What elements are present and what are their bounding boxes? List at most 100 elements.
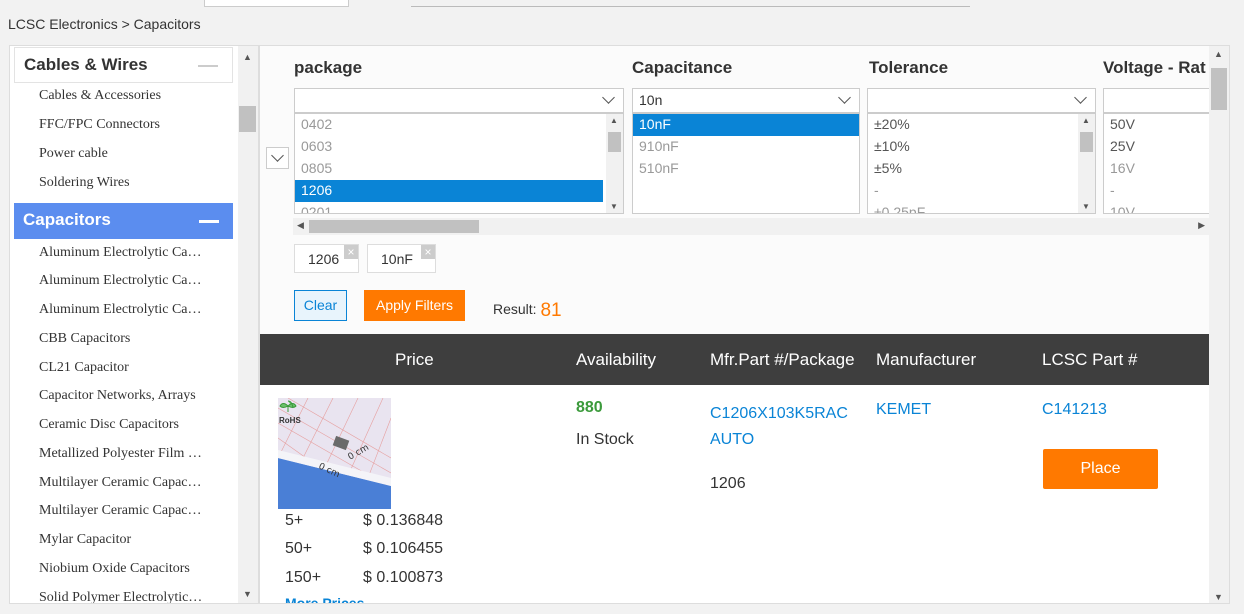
- chevron-down-icon[interactable]: [602, 91, 615, 104]
- voltage-option[interactable]: 16V: [1104, 158, 1222, 180]
- price-value: $ 0.106455: [363, 540, 444, 557]
- filter-title-capacitance: Capacitance: [632, 58, 733, 77]
- top-input-box[interactable]: [204, 0, 349, 7]
- price-value: $ 0.136848: [363, 512, 444, 529]
- result-label: Result:: [493, 301, 537, 317]
- scroll-up-icon[interactable]: ▲: [243, 52, 252, 62]
- sidebar-item[interactable]: Soldering Wires: [39, 175, 219, 191]
- header-manufacturer[interactable]: Manufacturer: [876, 350, 976, 370]
- header-availability[interactable]: Availability: [576, 350, 656, 370]
- header-mfr-part[interactable]: Mfr.Part #/Package: [710, 350, 855, 370]
- tag-label: 1206: [308, 251, 340, 267]
- sidebar-item[interactable]: CBB Capacitors: [39, 331, 219, 347]
- chevron-down-icon[interactable]: [1074, 91, 1087, 104]
- scroll-left-icon[interactable]: ◀: [297, 220, 304, 231]
- breadcrumb: LCSC Electronics > Capacitors: [8, 16, 201, 32]
- sidebar-item[interactable]: Capacitor Networks, Arrays: [39, 388, 219, 404]
- voltage-option[interactable]: 50V: [1104, 114, 1222, 136]
- package-option[interactable]: 0805: [295, 158, 623, 180]
- scroll-thumb[interactable]: [1211, 68, 1227, 110]
- package-listbox[interactable]: 0402 0603 0805 1206 0201 ▲ ▼: [294, 113, 624, 214]
- package-option[interactable]: 0402: [295, 114, 623, 136]
- price-qty: 150+: [285, 569, 322, 586]
- tolerance-option[interactable]: ±5%: [868, 158, 1095, 180]
- capacitance-listbox[interactable]: 10nF 910nF 510nF: [632, 113, 860, 214]
- voltage-option[interactable]: 25V: [1104, 136, 1222, 158]
- listbox-scrollbar[interactable]: ▲ ▼: [1078, 114, 1095, 213]
- expand-filters-button[interactable]: [266, 147, 289, 169]
- apply-filters-button[interactable]: Apply Filters: [364, 290, 465, 321]
- listbox-scrollbar[interactable]: ▲ ▼: [606, 114, 623, 213]
- clear-button[interactable]: Clear: [294, 290, 347, 321]
- category-header-cables[interactable]: Cables & Wires: [14, 47, 233, 83]
- sidebar-item[interactable]: Mylar Capacitor: [39, 532, 219, 548]
- sidebar-item[interactable]: Multilayer Ceramic Capac…: [39, 503, 219, 519]
- tolerance-search-input[interactable]: [867, 88, 1096, 113]
- sidebar-item[interactable]: CL21 Capacitor: [39, 360, 219, 376]
- more-prices-link[interactable]: More Prices: [285, 595, 364, 603]
- capacitance-search-input[interactable]: 10n: [632, 88, 860, 113]
- sidebar-item[interactable]: Cables & Accessories: [39, 88, 219, 104]
- tolerance-option[interactable]: ±0.25pF: [868, 202, 1095, 213]
- place-button[interactable]: Place: [1043, 449, 1158, 489]
- voltage-option[interactable]: -: [1104, 180, 1222, 202]
- rohs-label: RoHS: [279, 416, 301, 425]
- collapse-icon[interactable]: [198, 65, 218, 67]
- tolerance-option[interactable]: ±20%: [868, 114, 1095, 136]
- stock-count: 880: [576, 399, 603, 416]
- manufacturer-link[interactable]: KEMET: [876, 401, 931, 419]
- filters-horizontal-scrollbar[interactable]: ◀ ▶: [293, 218, 1211, 235]
- collapse-icon[interactable]: [199, 220, 219, 223]
- sidebar-item[interactable]: Aluminum Electrolytic Ca…: [39, 302, 219, 318]
- sidebar-item[interactable]: Multilayer Ceramic Capac…: [39, 475, 219, 491]
- main-panel: package Capacitance Tolerance Voltage - …: [259, 45, 1230, 604]
- mfr-part-link[interactable]: C1206X103K5RAC AUTO: [710, 401, 870, 453]
- result-count: Result: 81: [493, 298, 562, 321]
- scroll-thumb[interactable]: [239, 106, 256, 132]
- table-row: 0 cm 0 cm RoHS 5+ $ 0.136848 50+ $ 0.106…: [260, 385, 1211, 603]
- stock-label: In Stock: [576, 431, 634, 448]
- capacitance-input-value: 10n: [639, 92, 663, 108]
- voltage-listbox[interactable]: 50V 25V 16V - 10V: [1103, 113, 1223, 214]
- capacitance-option[interactable]: 510nF: [633, 158, 859, 180]
- tolerance-option[interactable]: -: [868, 180, 1095, 202]
- lcsc-part-link[interactable]: C141213: [1042, 401, 1107, 419]
- voltage-search-input[interactable]: [1103, 88, 1223, 113]
- voltage-option[interactable]: 10V: [1104, 202, 1222, 213]
- sidebar-item[interactable]: Power cable: [39, 146, 219, 162]
- tolerance-listbox[interactable]: ±20% ±10% ±5% - ±0.25pF ▲ ▼: [867, 113, 1096, 214]
- header-price[interactable]: Price: [395, 350, 434, 370]
- category-header-capacitors[interactable]: Capacitors: [14, 203, 233, 239]
- header-lcsc-part[interactable]: LCSC Part #: [1042, 350, 1137, 370]
- scroll-right-icon[interactable]: ▶: [1198, 220, 1205, 231]
- results-table-header: Price Availability Mfr.Part #/Package Ma…: [260, 334, 1211, 385]
- sidebar-item[interactable]: Solid Polymer Electrolytic…: [39, 590, 219, 603]
- sidebar-item[interactable]: Niobium Oxide Capacitors: [39, 561, 219, 577]
- remove-tag-icon[interactable]: ×: [421, 245, 435, 259]
- capacitance-option-selected[interactable]: 10nF: [633, 114, 859, 136]
- tolerance-option[interactable]: ±10%: [868, 136, 1095, 158]
- package-search-input[interactable]: [294, 88, 624, 113]
- capacitance-option[interactable]: 910nF: [633, 136, 859, 158]
- scroll-thumb[interactable]: [309, 220, 479, 233]
- sidebar-item[interactable]: FFC/FPC Connectors: [39, 117, 219, 133]
- package-option[interactable]: 0201: [295, 202, 623, 213]
- package-option[interactable]: 0603: [295, 136, 623, 158]
- main-scrollbar[interactable]: ▲ ▼: [1209, 46, 1229, 603]
- sidebar-item[interactable]: Metallized Polyester Film …: [39, 446, 219, 462]
- top-divider: [411, 6, 970, 7]
- filter-title-package: package: [294, 58, 363, 77]
- scroll-up-icon[interactable]: ▲: [1214, 49, 1223, 59]
- filter-area: package Capacitance Tolerance Voltage - …: [260, 46, 1223, 334]
- scroll-down-icon[interactable]: ▼: [243, 589, 252, 599]
- product-thumbnail[interactable]: 0 cm 0 cm: [278, 398, 391, 509]
- category-title: Cables & Wires: [24, 55, 148, 74]
- remove-tag-icon[interactable]: ×: [344, 245, 358, 259]
- sidebar-item[interactable]: Ceramic Disc Capacitors: [39, 417, 219, 433]
- scroll-down-icon[interactable]: ▼: [1214, 592, 1223, 602]
- sidebar-scrollbar[interactable]: ▲ ▼: [238, 46, 258, 603]
- sidebar-item[interactable]: Aluminum Electrolytic Ca…: [39, 245, 219, 261]
- package-option-selected[interactable]: 1206: [295, 180, 603, 202]
- sidebar-item[interactable]: Aluminum Electrolytic Ca…: [39, 273, 219, 289]
- chevron-down-icon[interactable]: [838, 91, 851, 104]
